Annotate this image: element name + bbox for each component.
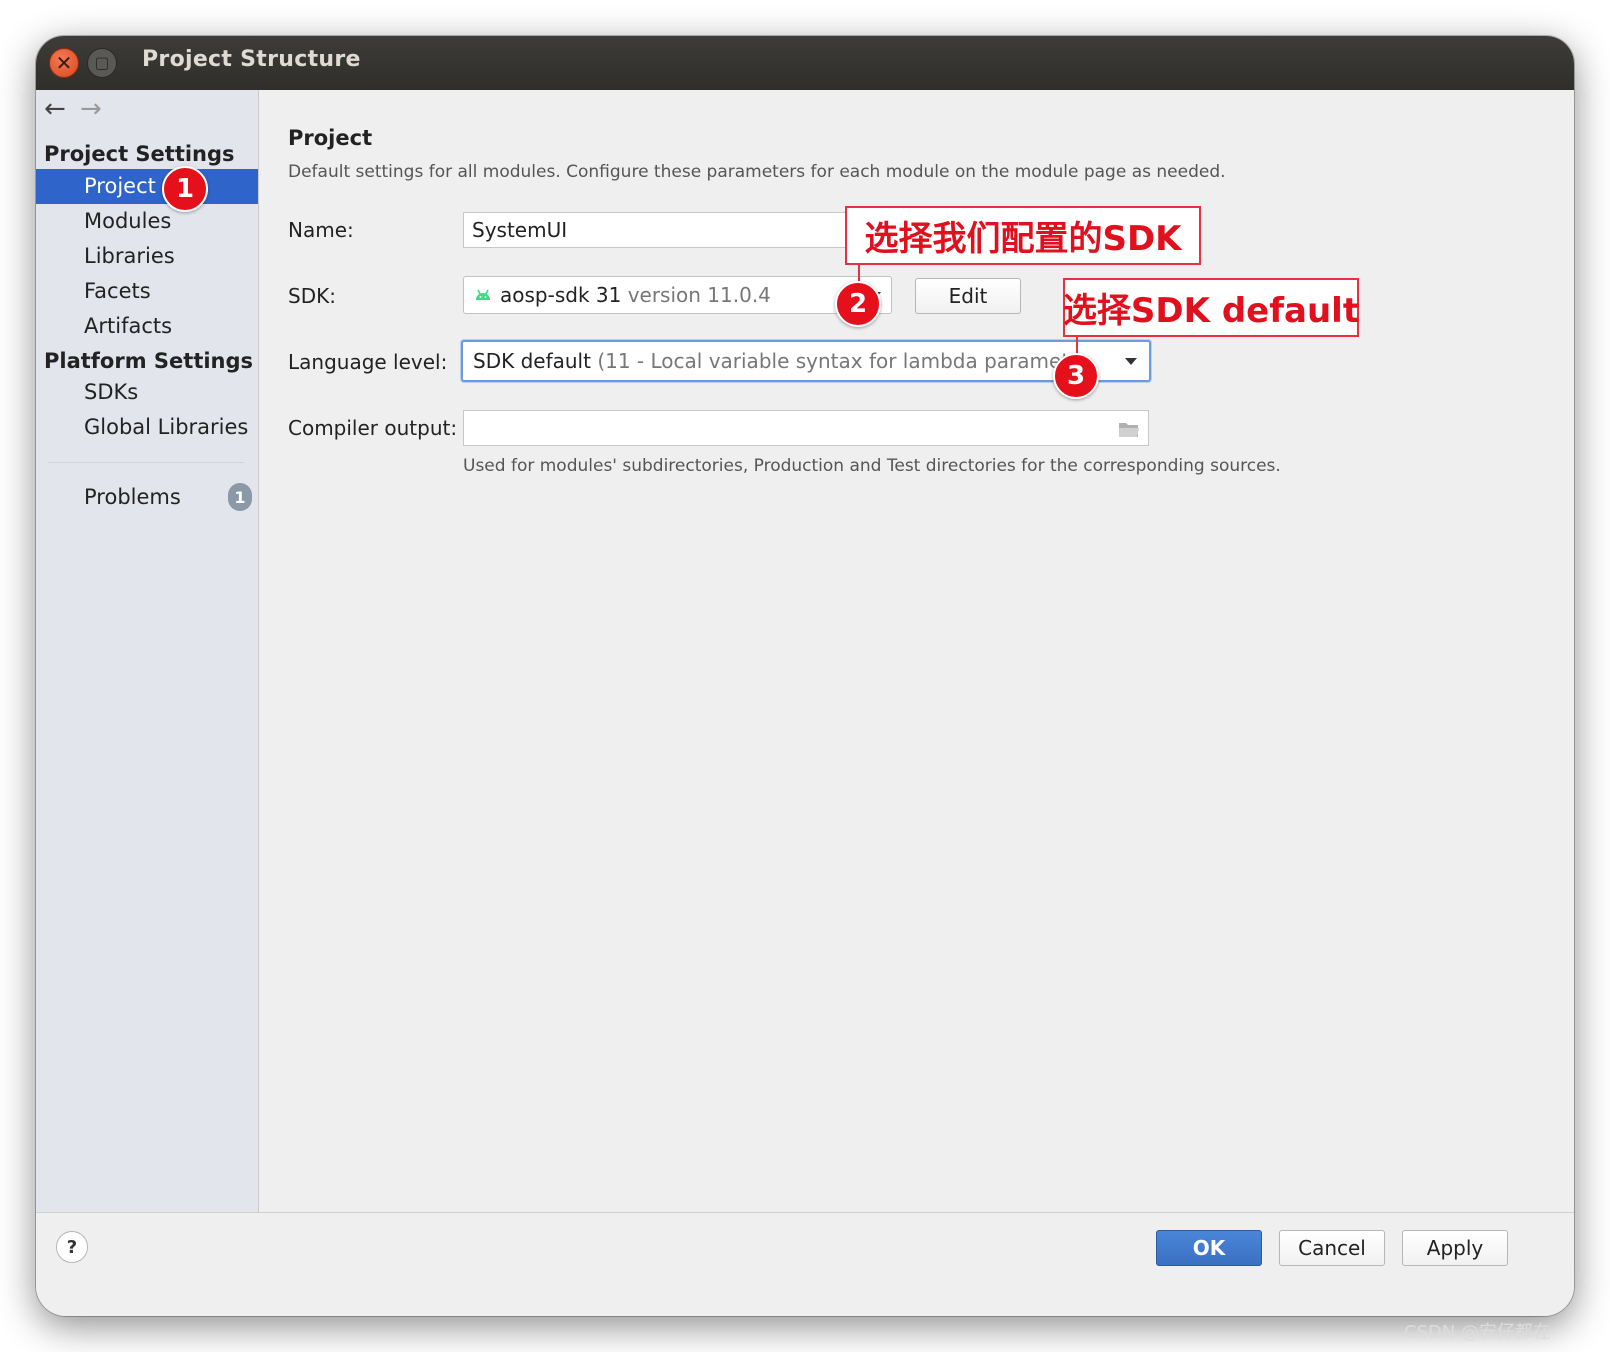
language-level-dropdown[interactable]: SDK default (11 - Local variable syntax …	[461, 340, 1151, 382]
title-bar: ✕ ▢ Project Structure	[36, 36, 1574, 90]
sidebar-item-global-libraries[interactable]: Global Libraries	[36, 410, 258, 445]
sidebar: ← → Project Settings Project Modules Libr…	[36, 90, 259, 1212]
sidebar-item-project[interactable]: Project	[36, 169, 258, 204]
name-field-value: SystemUI	[472, 218, 568, 242]
compiler-output-hint: Used for modules' subdirectories, Produc…	[463, 456, 1281, 476]
sidebar-item-artifacts[interactable]: Artifacts	[36, 309, 258, 344]
cancel-button[interactable]: Cancel	[1279, 1230, 1385, 1266]
language-level-label: Language level:	[288, 350, 448, 374]
annotation-badge-1: 1	[162, 166, 208, 212]
apply-button[interactable]: Apply	[1402, 1230, 1508, 1266]
chevron-down-icon	[1125, 358, 1137, 365]
maximize-icon: ▢	[94, 53, 110, 72]
close-window-button[interactable]: ✕	[49, 48, 79, 78]
close-icon: ✕	[55, 51, 73, 75]
annotation-note-sdk: 选择我们配置的SDK	[845, 206, 1201, 265]
language-level-detail: (11 - Local variable syntax for lambda p…	[597, 349, 1070, 373]
android-icon	[474, 283, 492, 307]
help-button[interactable]: ?	[56, 1231, 88, 1263]
sdk-version: version 11.0.4	[627, 283, 771, 307]
forward-arrow-icon[interactable]: →	[80, 94, 116, 124]
page-title: Project	[288, 126, 373, 150]
sidebar-divider	[48, 462, 244, 463]
sdk-name: aosp-sdk 31	[500, 283, 622, 307]
dialog-footer: ? OK Cancel Apply	[36, 1212, 1574, 1316]
sidebar-item-libraries[interactable]: Libraries	[36, 239, 258, 274]
ok-button[interactable]: OK	[1156, 1230, 1262, 1266]
page-description: Default settings for all modules. Config…	[288, 162, 1226, 182]
sidebar-item-sdks[interactable]: SDKs	[36, 375, 258, 410]
compiler-output-field[interactable]	[463, 410, 1149, 446]
platform-settings-header: Platform Settings	[44, 349, 254, 373]
watermark: CSDN @安仔都在	[1404, 1322, 1552, 1343]
folder-icon[interactable]	[1118, 419, 1140, 443]
name-field[interactable]: SystemUI	[463, 212, 883, 248]
maximize-window-button[interactable]: ▢	[87, 48, 117, 78]
problems-count-badge: 1	[228, 483, 252, 511]
sdk-dropdown[interactable]: aosp-sdk 31 version 11.0.4	[463, 276, 892, 314]
annotation-badge-3: 3	[1053, 353, 1099, 399]
annotation-note-language-level: 选择SDK default	[1063, 278, 1359, 337]
name-label: Name:	[288, 218, 354, 242]
sidebar-item-facets[interactable]: Facets	[36, 274, 258, 309]
edit-sdk-button[interactable]: Edit	[915, 278, 1021, 314]
sidebar-item-problems[interactable]: Problems	[36, 480, 258, 515]
annotation-badge-2: 2	[835, 281, 881, 327]
sidebar-item-modules[interactable]: Modules	[36, 204, 258, 239]
project-settings-header: Project Settings	[44, 142, 235, 166]
window-title: Project Structure	[142, 47, 361, 72]
back-arrow-icon[interactable]: ←	[44, 94, 80, 124]
sdk-label: SDK:	[288, 284, 336, 308]
language-level-value: SDK default	[473, 349, 591, 373]
nav-arrows: ← →	[44, 94, 116, 126]
project-structure-dialog: ✕ ▢ Project Structure ← → Project Setting…	[36, 36, 1574, 1316]
compiler-output-label: Compiler output:	[288, 416, 458, 440]
